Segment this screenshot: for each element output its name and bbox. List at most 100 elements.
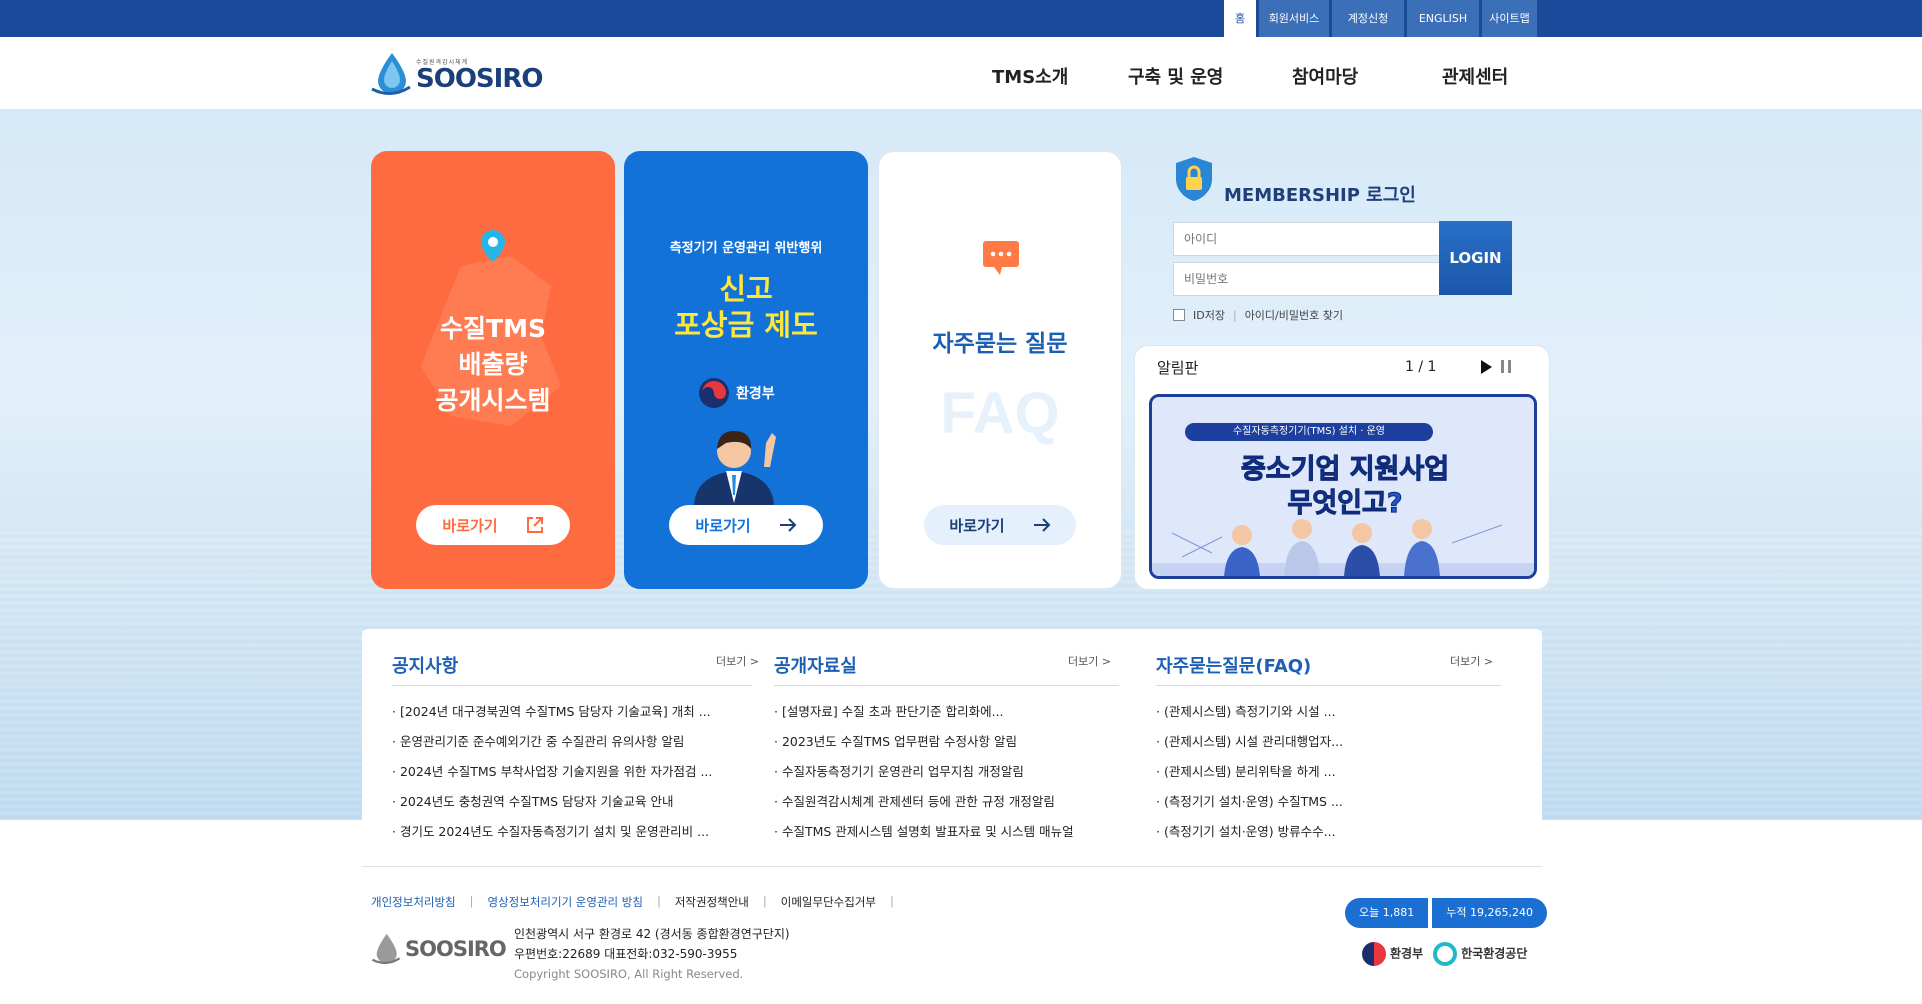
- archive-more-link[interactable]: 더보기 >: [1068, 653, 1111, 669]
- card-report-line1: 신고: [719, 272, 773, 306]
- notice-board: 알림판 1 / 1 수질자동측정기기(TMS) 설치 · 운영 중소기업 지원사…: [1134, 345, 1550, 590]
- login-panel: MEMBERSHIP 로그인 LOGIN ID저장 | 아이디/비밀번호 찾기: [1170, 151, 1515, 331]
- card-faq-go-button[interactable]: 바로가기: [924, 505, 1076, 545]
- board-title: 알림판: [1157, 358, 1199, 377]
- banner-tag: 수질자동측정기기(TMS) 설치 · 운영: [1185, 423, 1433, 441]
- list-item[interactable]: 2024년 수질TMS 부착사업장 기술지원을 위한 자가점검 ...: [392, 757, 752, 787]
- notice-title: 공지사항: [392, 656, 459, 677]
- card-report-go-button[interactable]: 바로가기: [669, 505, 823, 545]
- list-item[interactable]: [2024년 대구경북권역 수질TMS 담당자 기술교육] 개최 ...: [392, 697, 752, 727]
- list-item[interactable]: 2024년도 충청권역 수질TMS 담당자 기술교육 안내: [392, 787, 752, 817]
- arrow-right-icon: [1033, 518, 1051, 532]
- visitor-counters: 오늘 1,881 누적 19,265,240: [1345, 898, 1547, 928]
- card-tms-line2: 배출량: [458, 350, 528, 379]
- footer-links: 개인정보처리방침 | 영상정보처리기기 운영관리 방침 | 저작권정책안내 | …: [371, 894, 908, 910]
- person-illustration: [694, 431, 776, 505]
- footer-divider: [362, 866, 1542, 867]
- card-tms-go-button[interactable]: 바로가기: [416, 505, 570, 545]
- card-tms-go-label: 바로가기: [442, 516, 498, 535]
- keco-logo[interactable]: 한국환경공단: [1433, 942, 1527, 966]
- account-request-link[interactable]: 계정신청: [1332, 0, 1404, 37]
- keco-logo-text: 한국환경공단: [1461, 946, 1528, 961]
- main-navigation: TMS소개 구축 및 운영 참여마당 관제센터: [0, 63, 1922, 89]
- card-faq-go-label: 바로가기: [949, 516, 1005, 535]
- nav-participation[interactable]: 참여마당: [1292, 63, 1358, 89]
- password-input[interactable]: [1173, 262, 1441, 296]
- user-id-input[interactable]: [1173, 222, 1441, 256]
- cctv-policy-link[interactable]: 영상정보처리기기 운영관리 방침: [488, 894, 643, 910]
- utility-links: 홈 회원서비스 계정신청 ENGLISH 사이트맵: [1221, 0, 1537, 37]
- card-tms-line3: 공개시스템: [435, 386, 551, 415]
- card-report-reward[interactable]: 측정기기 운영관리 위반행위 신고 포상금 제도 환경부 바로가기: [624, 151, 868, 589]
- card-faq[interactable]: 자주묻는 질문 FAQ 바로가기: [878, 151, 1122, 589]
- card-tms-emission[interactable]: 수질TMS 배출량 공개시스템 바로가기: [371, 151, 615, 589]
- notice-more-link[interactable]: 더보기 >: [716, 653, 759, 669]
- divider: |: [762, 894, 767, 908]
- address-text: 인천광역시 서구 환경로 42 (경서동 종합환경연구단지): [514, 927, 790, 941]
- copyright-text: Copyright SOOSIRO, All Right Reserved.: [514, 967, 744, 981]
- card-report-subtitle: 측정기기 운영관리 위반행위: [669, 241, 823, 256]
- ministry-logo[interactable]: 환경부: [1362, 942, 1423, 966]
- footer-address: 인천광역시 서구 환경로 42 (경서동 종합환경연구단지) 우편번호:2268…: [514, 924, 790, 984]
- list-item[interactable]: 수질자동측정기기 운영관리 업무지침 개정알림: [774, 757, 1119, 787]
- nav-control-center[interactable]: 관제센터: [1442, 63, 1508, 89]
- ministry-emblem-icon: [1362, 942, 1386, 966]
- chat-bubble-icon: [983, 241, 1019, 275]
- member-service-link[interactable]: 회원서비스: [1259, 0, 1329, 37]
- list-item[interactable]: 2023년도 수질TMS 업무편람 수정사항 알림: [774, 727, 1119, 757]
- list-item[interactable]: 운영관리기준 준수예외기간 중 수질관리 유의사항 알림: [392, 727, 752, 757]
- contact-text: 우편번호:22689 대표전화:032-590-3955: [514, 947, 738, 961]
- ministry-logo-text: 환경부: [1390, 946, 1424, 961]
- list-item[interactable]: [설명자료] 수질 초과 판단기준 합리화에...: [774, 697, 1119, 727]
- faq-list: (관제시스템) 측정기기와 시설 ... (관제시스템) 시설 관리대행업자..…: [1156, 697, 1501, 847]
- list-item[interactable]: (관제시스템) 측정기기와 시설 ...: [1156, 697, 1501, 727]
- total-counter: 누적 19,265,240: [1432, 898, 1547, 928]
- list-item[interactable]: (측정기기 설치·운영) 수질TMS ...: [1156, 787, 1501, 817]
- ministry-label: 환경부: [736, 386, 775, 402]
- top-utility-bar: 홈 회원서비스 계정신청 ENGLISH 사이트맵: [0, 0, 1922, 37]
- list-item[interactable]: 수질원격감시체계 관제센터 등에 관한 규정 개정알림: [774, 787, 1119, 817]
- board-banner[interactable]: 수질자동측정기기(TMS) 설치 · 운영 중소기업 지원사업 무엇인고?: [1149, 394, 1537, 579]
- card-faq-watermark: FAQ: [940, 381, 1060, 446]
- board-pager: 1 / 1: [1405, 359, 1437, 375]
- ministry-emblem-icon: [699, 378, 729, 408]
- save-id-label: ID저장: [1193, 309, 1225, 322]
- list-item[interactable]: 수질TMS 관제시스템 설명회 발표자료 및 시스템 매뉴얼: [774, 817, 1119, 847]
- pause-icon[interactable]: [1501, 360, 1511, 373]
- board-lists: 공지사항 더보기 > [2024년 대구경북권역 수질TMS 담당자 기술교육]…: [362, 629, 1542, 865]
- location-pin-icon: [481, 230, 505, 262]
- home-link[interactable]: 홈: [1224, 0, 1256, 37]
- find-account-link[interactable]: 아이디/비밀번호 찾기: [1245, 307, 1343, 323]
- card-tms-line1: 수질TMS: [440, 314, 546, 343]
- footer-logo: SOOSIRO: [371, 932, 507, 966]
- play-icon[interactable]: [1481, 360, 1492, 374]
- today-counter: 오늘 1,881: [1345, 898, 1429, 928]
- card-faq-title: 자주묻는 질문: [932, 331, 1068, 357]
- privacy-policy-link[interactable]: 개인정보처리방침: [371, 894, 456, 910]
- nav-build-operation[interactable]: 구축 및 운영: [1128, 63, 1223, 89]
- list-item[interactable]: (측정기기 설치·운영) 방류수수...: [1156, 817, 1501, 847]
- list-item[interactable]: (관제시스템) 시설 관리대행업자...: [1156, 727, 1501, 757]
- divider: |: [469, 894, 474, 908]
- people-illustration: [1152, 519, 1534, 576]
- english-link[interactable]: ENGLISH: [1407, 0, 1479, 37]
- login-button[interactable]: LOGIN: [1439, 221, 1512, 295]
- faq-list-title: 자주묻는질문(FAQ): [1156, 656, 1312, 677]
- email-refusal-link[interactable]: 이메일무단수집거부: [781, 894, 876, 910]
- arrow-right-icon: [779, 518, 797, 532]
- water-drop-icon: [371, 934, 401, 964]
- login-title: MEMBERSHIP 로그인: [1224, 185, 1416, 206]
- list-item[interactable]: 경기도 2024년도 수질자동측정기기 설치 및 운영관리비 ...: [392, 817, 752, 847]
- divider: |: [1232, 308, 1237, 322]
- list-item[interactable]: (관제시스템) 분리위탁을 하게 ...: [1156, 757, 1501, 787]
- save-id-checkbox[interactable]: [1173, 309, 1185, 321]
- faq-more-link[interactable]: 더보기 >: [1450, 653, 1493, 669]
- organization-logos: 환경부 한국환경공단: [1362, 942, 1527, 966]
- card-report-go-label: 바로가기: [695, 516, 751, 535]
- archive-list: [설명자료] 수질 초과 판단기준 합리화에... 2023년도 수질TMS 업…: [774, 697, 1119, 847]
- header: 수질원격감시체계 SOOSIRO TMS소개 구축 및 운영 참여마당 관제센터: [0, 37, 1922, 110]
- sitemap-link[interactable]: 사이트맵: [1482, 0, 1537, 37]
- nav-tms-intro[interactable]: TMS소개: [992, 63, 1068, 89]
- copyright-policy-link[interactable]: 저작권정책안내: [675, 894, 749, 910]
- ministry-badge: 환경부: [698, 377, 775, 409]
